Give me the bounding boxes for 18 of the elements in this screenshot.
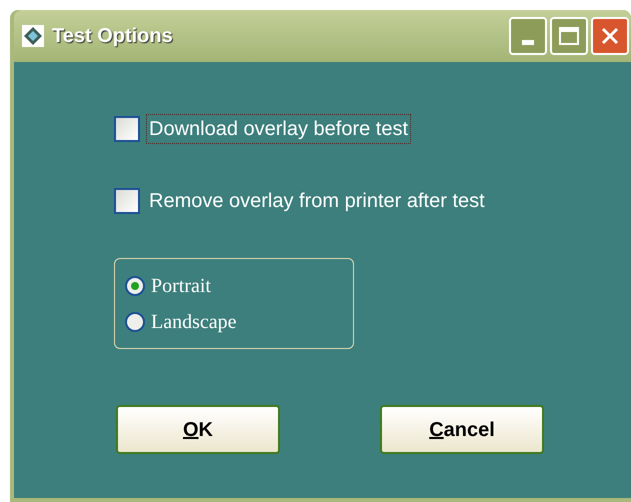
app-icon bbox=[22, 25, 44, 47]
cancel-button[interactable]: Cancel bbox=[380, 405, 544, 454]
checkbox[interactable] bbox=[114, 116, 140, 142]
minimize-icon bbox=[522, 40, 534, 45]
radio-button[interactable] bbox=[125, 276, 145, 296]
close-icon bbox=[601, 27, 619, 45]
ok-button[interactable]: OK bbox=[116, 405, 280, 454]
radio-button[interactable] bbox=[125, 312, 145, 332]
checkbox-label: Download overlay before test bbox=[146, 114, 412, 144]
checkbox[interactable] bbox=[114, 188, 140, 214]
maximize-icon bbox=[559, 27, 579, 45]
close-button[interactable] bbox=[591, 17, 629, 55]
checkbox-label: Remove overlay from printer after test bbox=[148, 189, 486, 214]
radio-label: Landscape bbox=[151, 310, 237, 332]
minimize-button[interactable] bbox=[509, 17, 547, 55]
window-title: Test Options bbox=[52, 24, 173, 49]
maximize-button[interactable] bbox=[550, 17, 588, 55]
radio-label: Portrait bbox=[151, 274, 211, 296]
